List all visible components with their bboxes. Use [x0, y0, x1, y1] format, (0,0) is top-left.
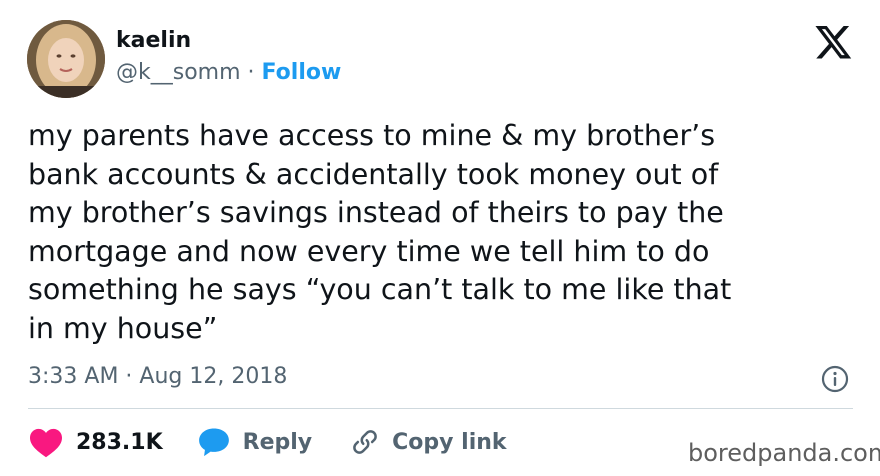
- link-icon: [353, 430, 377, 454]
- tweet-timestamp[interactable]: 3:33 AM · Aug 12, 2018: [28, 364, 287, 389]
- follow-button[interactable]: Follow: [262, 60, 342, 85]
- info-icon[interactable]: [820, 364, 850, 394]
- author-handle[interactable]: @k__somm: [116, 60, 241, 85]
- action-bar: 283.1K Reply Copy link: [28, 424, 507, 460]
- handle-separator: ·: [247, 60, 255, 85]
- like-count: 283.1K: [76, 429, 163, 455]
- author-display-name[interactable]: kaelin: [116, 28, 191, 53]
- copy-link-label: Copy link: [392, 429, 507, 455]
- speech-bubble-icon: [198, 428, 229, 457]
- copy-link-button[interactable]: Copy link: [350, 427, 507, 457]
- avatar[interactable]: [27, 20, 105, 98]
- divider: [28, 408, 853, 409]
- reply-button[interactable]: Reply: [197, 426, 313, 458]
- avatar-image: [27, 20, 105, 98]
- x-logo-icon[interactable]: [815, 26, 853, 60]
- watermark: boredpanda.com: [688, 439, 880, 467]
- like-button[interactable]: 283.1K: [28, 426, 163, 458]
- reply-label: Reply: [242, 429, 313, 455]
- heart-icon: [30, 428, 62, 458]
- author-handle-row: @k__somm · Follow: [116, 60, 341, 85]
- tweet-text: my parents have access to mine & my brot…: [28, 119, 732, 345]
